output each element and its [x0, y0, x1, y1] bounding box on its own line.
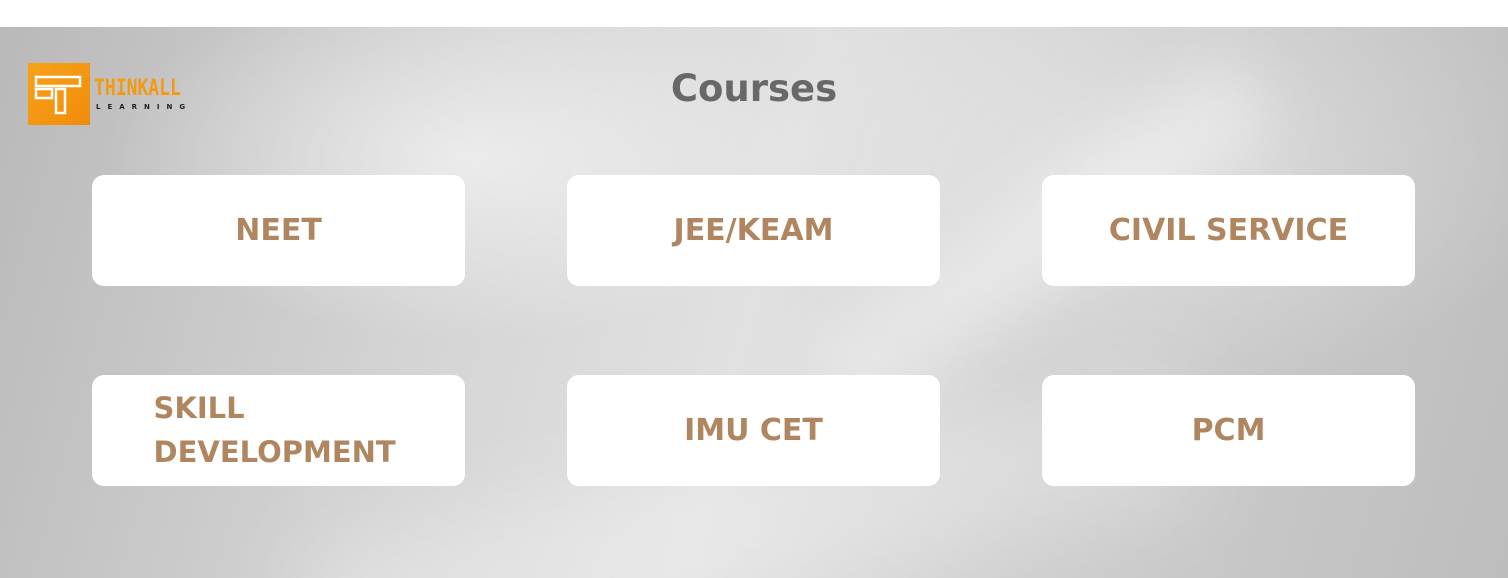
course-card-label: SKILL DEVELOPMENT	[153, 391, 396, 469]
course-card-label: JEE/KEAM	[673, 213, 834, 248]
course-card-label: CIVIL SERVICE	[1108, 213, 1349, 248]
course-card-label: IMU CET	[684, 413, 823, 448]
course-card-label: PCM	[1191, 413, 1266, 448]
course-card-skill-development[interactable]: SKILL DEVELOPMENT	[92, 375, 465, 486]
top-strip	[0, 0, 1508, 27]
course-card-pcm[interactable]: PCM	[1042, 375, 1415, 486]
course-card-jee-keam[interactable]: JEE/KEAM	[567, 175, 940, 286]
page-title: Courses	[670, 67, 838, 110]
course-card-imu-cet[interactable]: IMU CET	[567, 375, 940, 486]
courses-section: THINKALL LEARNING Courses NEET JEE/KEAM …	[0, 27, 1508, 578]
course-card-label: NEET	[235, 213, 322, 248]
course-card-civil-service[interactable]: CIVIL SERVICE	[1042, 175, 1415, 286]
course-card-neet[interactable]: NEET	[92, 175, 465, 286]
